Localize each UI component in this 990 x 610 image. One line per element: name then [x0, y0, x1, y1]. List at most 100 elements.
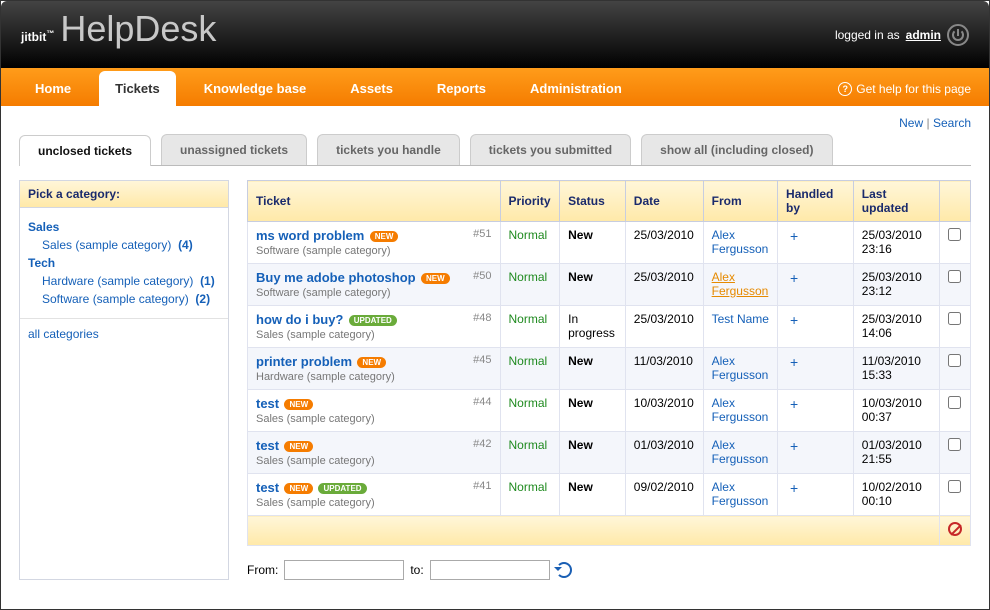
nav-tab-home[interactable]: Home: [19, 71, 87, 106]
ticket-link[interactable]: test: [256, 438, 279, 453]
col-ticket[interactable]: Ticket: [248, 181, 501, 222]
subtab[interactable]: unassigned tickets: [161, 134, 307, 165]
assign-button[interactable]: +: [786, 354, 798, 370]
row-checkbox[interactable]: [948, 480, 961, 493]
date-value: 10/03/2010: [625, 390, 703, 432]
table-row: #41test new updatedSales (sample categor…: [248, 474, 971, 516]
ticket-link[interactable]: ms word problem: [256, 228, 364, 243]
ticket-id: #48: [473, 312, 491, 324]
row-checkbox[interactable]: [948, 270, 961, 283]
to-label: to:: [410, 563, 423, 577]
assign-button[interactable]: +: [786, 438, 798, 454]
sidebar: Pick a category: SalesSales (sample cate…: [19, 180, 229, 580]
nav-tab-knowledge-base[interactable]: Knowledge base: [188, 71, 323, 106]
from-link[interactable]: Alex Fergusson: [712, 396, 769, 424]
ticket-category: Sales (sample category): [256, 413, 375, 425]
category[interactable]: Tech: [28, 256, 220, 270]
all-categories[interactable]: all categories: [28, 327, 220, 341]
search-link[interactable]: Search: [933, 116, 971, 130]
from-link[interactable]: Alex Fergusson: [712, 228, 769, 256]
subcategory[interactable]: Hardware (sample category) (1): [42, 274, 220, 288]
from-input[interactable]: [284, 560, 404, 580]
app-title: HelpDesk: [60, 8, 216, 50]
priority-value: Normal: [509, 438, 548, 452]
col-priority[interactable]: Priority: [500, 181, 560, 222]
ticket-link[interactable]: how do i buy?: [256, 312, 343, 327]
row-checkbox[interactable]: [948, 396, 961, 409]
table-row: #44test newSales (sample category)Normal…: [248, 390, 971, 432]
row-checkbox[interactable]: [948, 312, 961, 325]
col-updated[interactable]: Last updated: [853, 181, 939, 222]
ticket-id: #51: [473, 228, 491, 240]
category[interactable]: Sales: [28, 220, 220, 234]
nav-tab-tickets[interactable]: Tickets: [99, 71, 176, 106]
from-link[interactable]: Alex Fergusson: [712, 438, 769, 466]
from-link[interactable]: Alex Fergusson: [712, 270, 769, 298]
ticket-id: #42: [473, 438, 491, 450]
table-row: #48how do i buy? updatedSales (sample ca…: [248, 306, 971, 348]
table-row: #51ms word problem newSoftware (sample c…: [248, 222, 971, 264]
sidebar-body: Sales Sales (sample category) (4) Tech Hard…: [20, 208, 228, 357]
nav-tab-reports[interactable]: Reports: [421, 71, 502, 106]
col-date[interactable]: Date: [625, 181, 703, 222]
ticket-link[interactable]: test: [256, 396, 279, 411]
nav-tab-assets[interactable]: Assets: [334, 71, 409, 106]
new-badge: new: [284, 483, 313, 494]
table-body: #51ms word problem newSoftware (sample c…: [248, 222, 971, 516]
new-badge: new: [357, 357, 386, 368]
username-link[interactable]: admin: [906, 28, 941, 42]
cancel-icon[interactable]: [948, 522, 962, 536]
assign-button[interactable]: +: [786, 228, 798, 244]
date-value: 09/02/2010: [625, 474, 703, 516]
date-value: 01/03/2010: [625, 432, 703, 474]
main-panel: Ticket Priority Status Date From Handled…: [247, 180, 971, 580]
tickets-table: Ticket Priority Status Date From Handled…: [247, 180, 971, 546]
help-icon: ?: [838, 82, 852, 96]
assign-button[interactable]: +: [786, 312, 798, 328]
assign-button[interactable]: +: [786, 396, 798, 412]
page-body: New | Search unclosed tickets unassigned …: [1, 106, 989, 598]
priority-value: Normal: [509, 354, 548, 368]
status-value: New: [568, 354, 593, 368]
login-status: logged in as admin: [835, 24, 969, 46]
updated-value: 25/03/2010 23:16: [853, 222, 939, 264]
ticket-link[interactable]: printer problem: [256, 354, 352, 369]
from-link[interactable]: Alex Fergusson: [712, 354, 769, 382]
priority-value: Normal: [509, 312, 548, 326]
from-link[interactable]: Alex Fergusson: [712, 480, 769, 508]
col-status[interactable]: Status: [560, 181, 626, 222]
ticket-id: #45: [473, 354, 491, 366]
date-filter: From: to:: [247, 560, 971, 580]
row-checkbox[interactable]: [948, 438, 961, 451]
from-link[interactable]: Test Name: [712, 312, 769, 326]
subtab[interactable]: show all (including closed): [641, 134, 832, 165]
new-badge: new: [284, 441, 313, 452]
main-navbar: Home Tickets Knowledge base Assets Reports Ad…: [1, 68, 989, 106]
subtab[interactable]: tickets you submitted: [470, 134, 631, 165]
updated-badge: updated: [318, 483, 366, 494]
subcategory[interactable]: Sales (sample category) (4): [42, 238, 220, 252]
col-handled[interactable]: Handled by: [778, 181, 854, 222]
subcategory[interactable]: Software (sample category) (2): [42, 292, 220, 306]
new-link[interactable]: New: [899, 116, 923, 130]
nav-tab-administration[interactable]: Administration: [514, 71, 638, 106]
logout-icon[interactable]: [947, 24, 969, 46]
assign-button[interactable]: +: [786, 480, 798, 496]
to-input[interactable]: [430, 560, 550, 580]
refresh-icon[interactable]: [556, 562, 572, 578]
col-from[interactable]: From: [703, 181, 777, 222]
help-link[interactable]: ? Get help for this page: [838, 82, 971, 106]
assign-button[interactable]: +: [786, 270, 798, 286]
row-checkbox[interactable]: [948, 354, 961, 367]
row-checkbox[interactable]: [948, 228, 961, 241]
status-value: New: [568, 480, 593, 494]
table-header-row: Ticket Priority Status Date From Handled…: [248, 181, 971, 222]
new-badge: new: [421, 273, 450, 284]
subtab[interactable]: unclosed tickets: [19, 135, 151, 166]
ticket-link[interactable]: Buy me adobe photoshop: [256, 270, 416, 285]
status-value: In progress: [568, 312, 615, 340]
top-links: New | Search: [19, 116, 971, 130]
priority-value: Normal: [509, 270, 548, 284]
ticket-link[interactable]: test: [256, 480, 279, 495]
subtab[interactable]: tickets you handle: [317, 134, 460, 165]
